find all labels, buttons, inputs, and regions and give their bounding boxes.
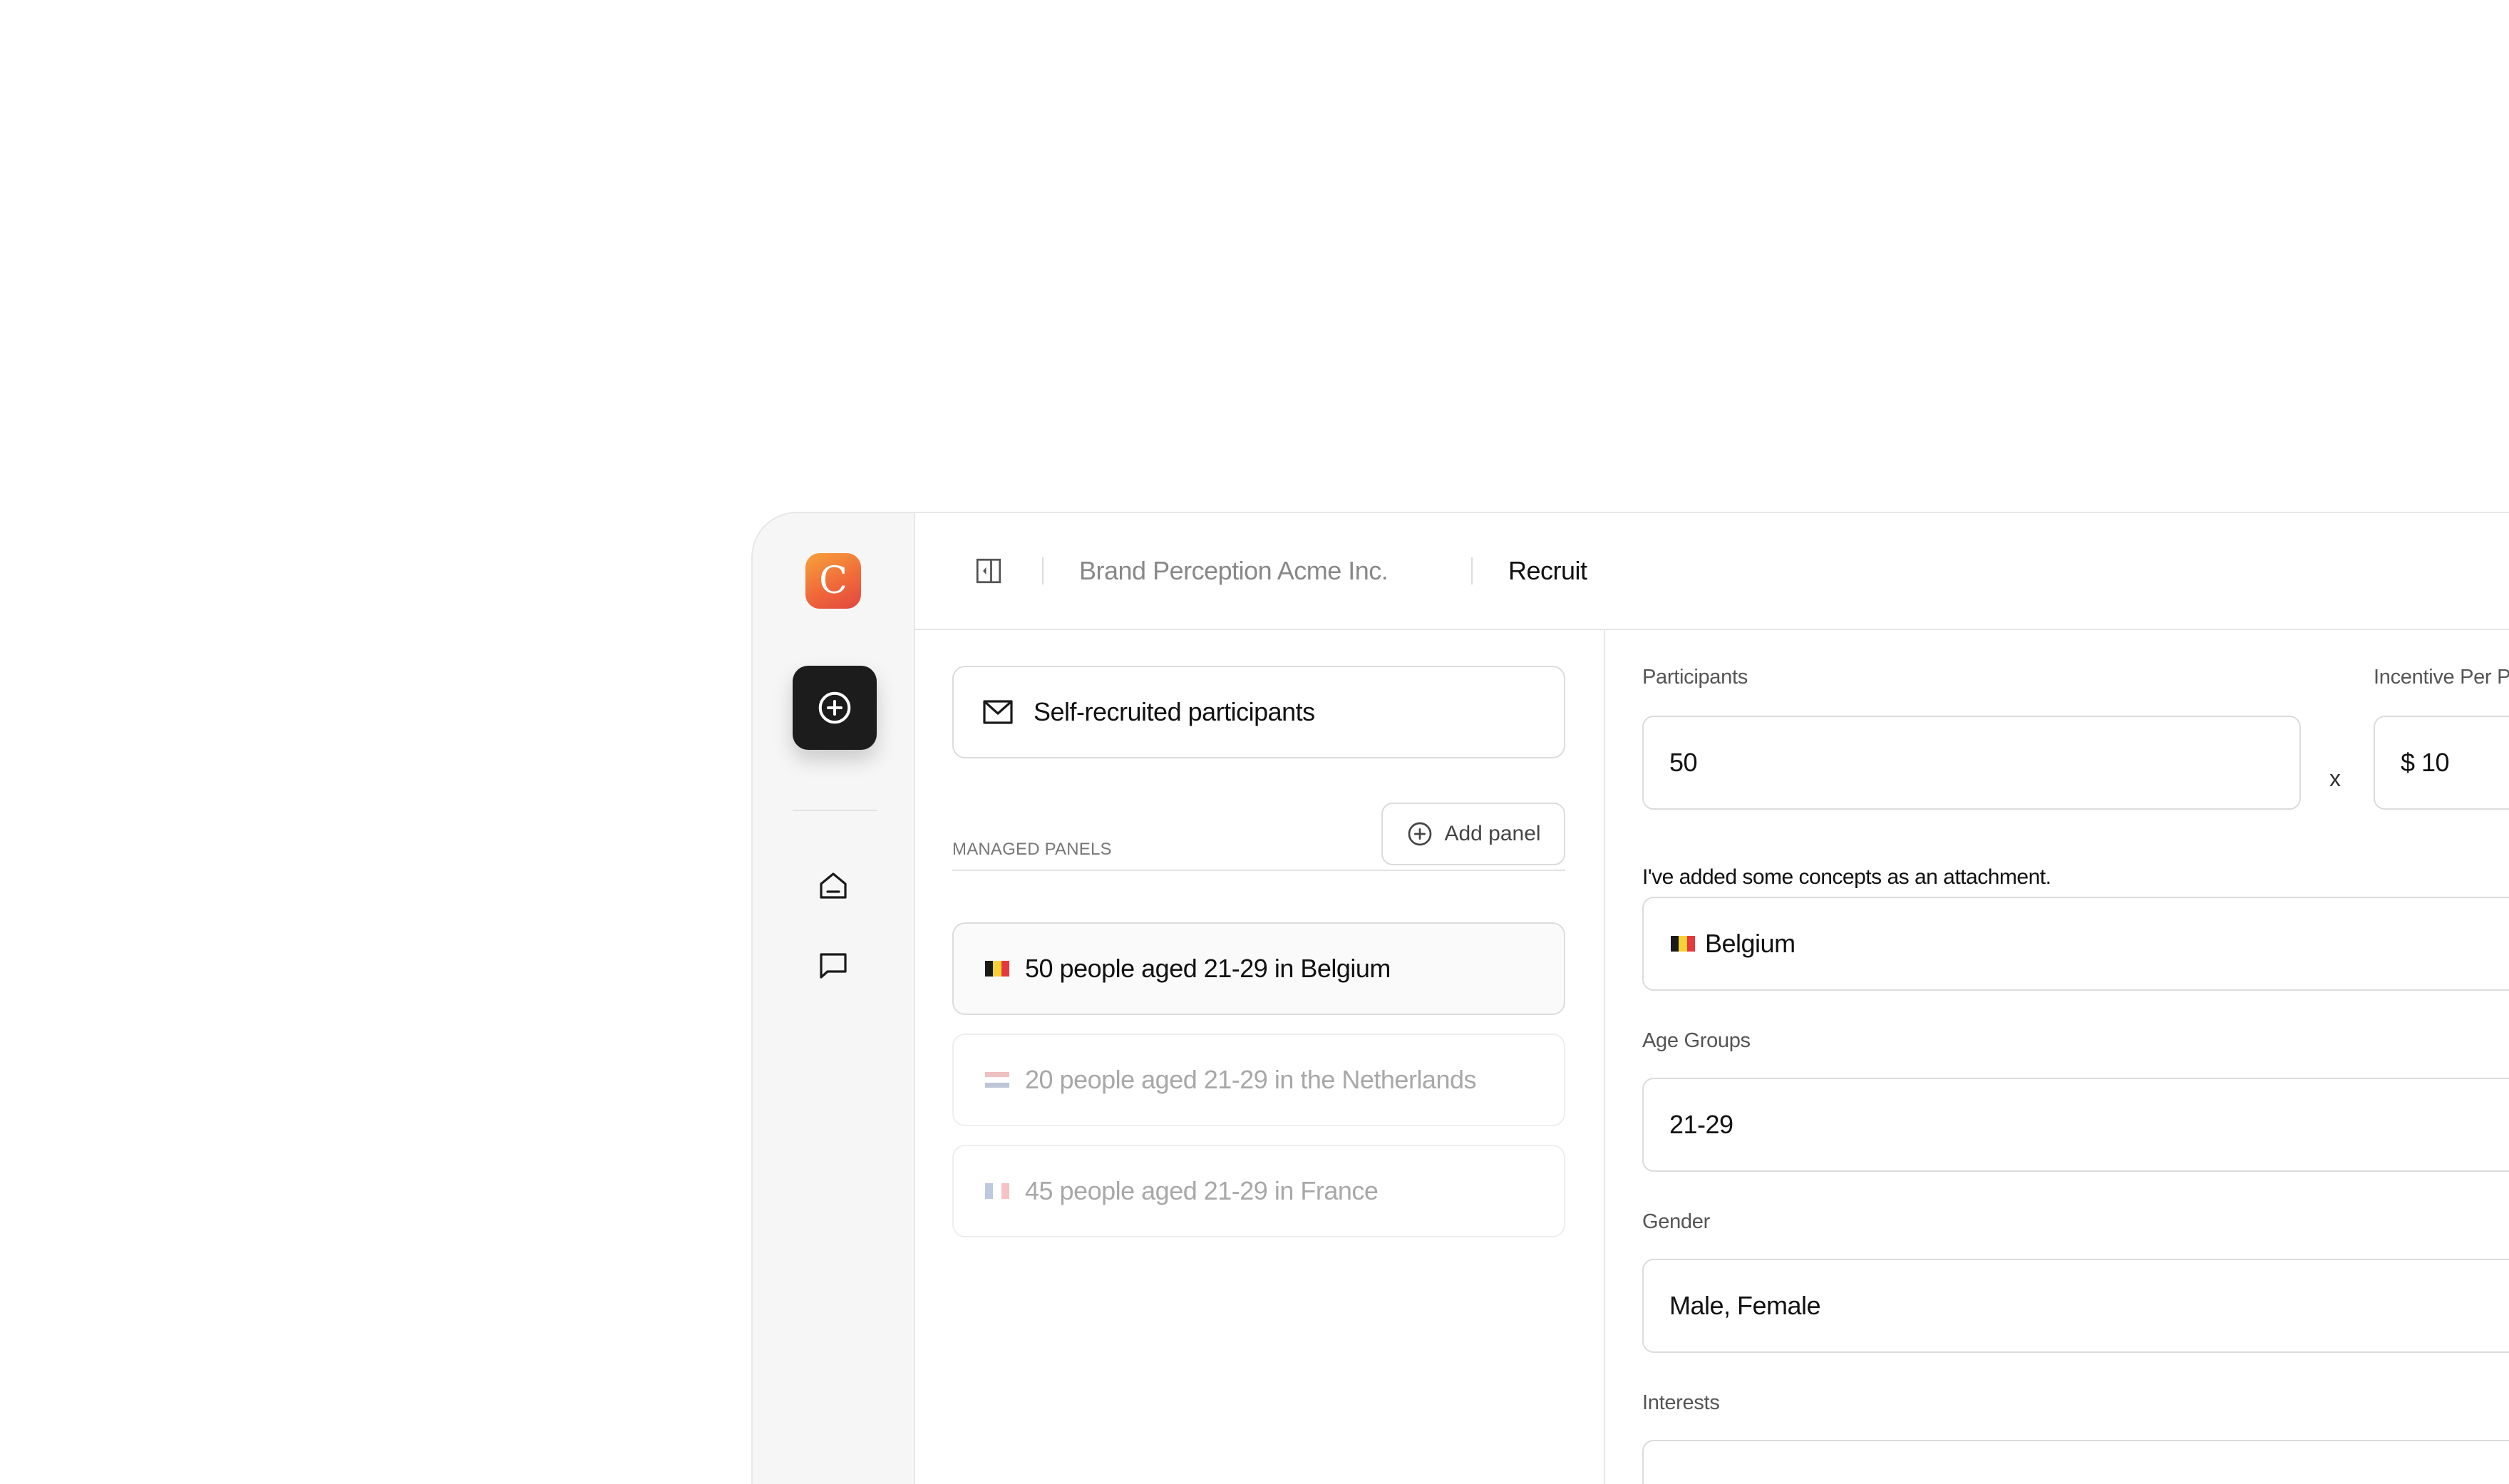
- incentive-label: Incentive Per Pe: [2374, 666, 2509, 689]
- chat-bubble-icon: [820, 953, 847, 979]
- age-groups-select[interactable]: 21-29: [1642, 1078, 2509, 1172]
- panel-item-label: 20 people aged 21-29 in the Netherlands: [1025, 1065, 1477, 1094]
- participants-value: 50: [1669, 748, 1698, 777]
- panel-item-france[interactable]: 45 people aged 21-29 in France: [952, 1145, 1565, 1237]
- plus-circle-icon: [818, 691, 851, 724]
- managed-panels-header: MANAGED PANELS Add panel: [952, 798, 1565, 871]
- add-panel-label: Add panel: [1444, 822, 1541, 845]
- country-select[interactable]: Belgium: [1642, 897, 2509, 991]
- top-bar: Brand Perception Acme Inc. Recruit: [915, 513, 2509, 630]
- new-study-button[interactable]: [793, 666, 877, 750]
- home-icon: [820, 872, 847, 899]
- breadcrumb-project[interactable]: Brand Perception Acme Inc.: [1079, 552, 1389, 590]
- multiply-symbol: x: [2329, 766, 2341, 791]
- attachment-note: I've added some concepts as an attachmen…: [1642, 865, 2051, 889]
- managed-panels-title: MANAGED PANELS: [952, 840, 1112, 859]
- belgium-flag-icon: [985, 961, 1009, 977]
- interests-select[interactable]: [1642, 1440, 2509, 1484]
- sidebar-divider: [793, 810, 877, 811]
- sidebar-item-messages[interactable]: [814, 947, 852, 985]
- france-flag-icon: [985, 1183, 1009, 1199]
- gender-select[interactable]: Male, Female: [1642, 1259, 2509, 1353]
- plus-circle-icon: [1408, 822, 1432, 846]
- incentive-value: $ 10: [2401, 748, 2450, 777]
- panel-item-netherlands[interactable]: 20 people aged 21-29 in the Netherlands: [952, 1034, 1565, 1126]
- sidebar-toggle-icon: [976, 558, 1001, 584]
- recruitment-sources-panel: Self-recruited participants MANAGED PANE…: [915, 630, 1605, 1484]
- breadcrumb-current: Recruit: [1508, 556, 1587, 585]
- interests-label: Interests: [1642, 1391, 1720, 1414]
- mail-icon: [981, 695, 1015, 729]
- gender-value: Male, Female: [1669, 1291, 1821, 1320]
- app-window: C Brand Perception Acme Inc. Recruit Sel…: [751, 512, 2509, 1484]
- app-logo[interactable]: C: [805, 553, 861, 609]
- participants-input[interactable]: 50: [1642, 716, 2301, 810]
- gender-label: Gender: [1642, 1210, 1710, 1233]
- belgium-flag-icon: [1671, 936, 1695, 952]
- breadcrumb-separator: [1042, 557, 1044, 584]
- participants-label: Participants: [1642, 666, 1748, 689]
- age-groups-label: Age Groups: [1642, 1029, 1751, 1052]
- sidebar: C: [753, 513, 915, 1484]
- incentive-input[interactable]: $ 10: [2374, 716, 2509, 810]
- age-groups-value: 21-29: [1669, 1110, 1733, 1139]
- sidebar-toggle-button[interactable]: [972, 555, 1005, 587]
- add-panel-button[interactable]: Add panel: [1381, 803, 1565, 865]
- self-recruited-button[interactable]: Self-recruited participants: [952, 666, 1565, 758]
- self-recruited-label: Self-recruited participants: [1034, 697, 1315, 726]
- panel-item-label: 45 people aged 21-29 in France: [1025, 1176, 1379, 1205]
- panel-item-label: 50 people aged 21-29 in Belgium: [1025, 954, 1391, 983]
- country-value: Belgium: [1705, 929, 1796, 958]
- breadcrumb-separator: [1471, 557, 1473, 584]
- panel-details-form: Participants 50 x Incentive Per Pe $ 10 …: [1605, 630, 2509, 1484]
- sidebar-item-home[interactable]: [814, 867, 852, 905]
- panel-item-belgium[interactable]: 50 people aged 21-29 in Belgium: [952, 922, 1565, 1015]
- netherlands-flag-icon: [985, 1072, 1009, 1088]
